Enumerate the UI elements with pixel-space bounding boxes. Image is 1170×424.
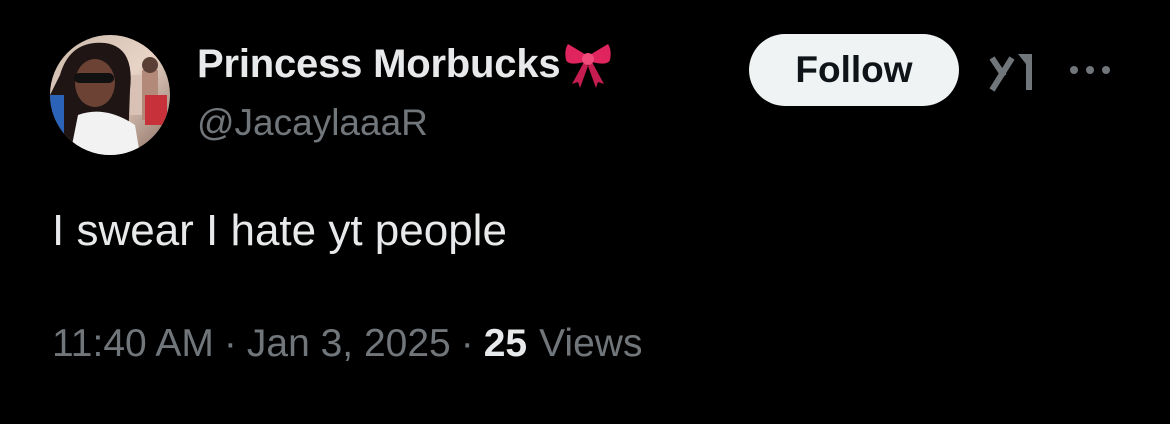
tweet-text: I swear I hate yt people — [52, 206, 507, 255]
meta-separator: · — [223, 322, 237, 365]
follow-button[interactable]: Follow — [749, 34, 959, 106]
ribbon-icon — [562, 38, 614, 90]
tweet-meta: 11:40 AM · Jan 3, 2025 · 25 Views — [52, 322, 642, 366]
views-label: Views — [539, 322, 643, 365]
more-options-icon[interactable] — [1066, 58, 1114, 82]
tweet-time[interactable]: 11:40 AM — [52, 322, 214, 366]
grok-icon[interactable] — [988, 50, 1036, 94]
author-name-row: Princess Morbucks — [197, 40, 614, 88]
tweet-date[interactable]: Jan 3, 2025 — [247, 322, 451, 366]
views-count: 25 — [483, 322, 528, 365]
author-handle[interactable]: @JacaylaaaR — [197, 102, 428, 144]
tweet-card: Princess Morbucks @JacaylaaaR Follow I s… — [0, 0, 1170, 424]
meta-separator: · — [460, 322, 474, 365]
avatar[interactable] — [50, 35, 170, 155]
display-name[interactable]: Princess Morbucks — [197, 42, 561, 87]
